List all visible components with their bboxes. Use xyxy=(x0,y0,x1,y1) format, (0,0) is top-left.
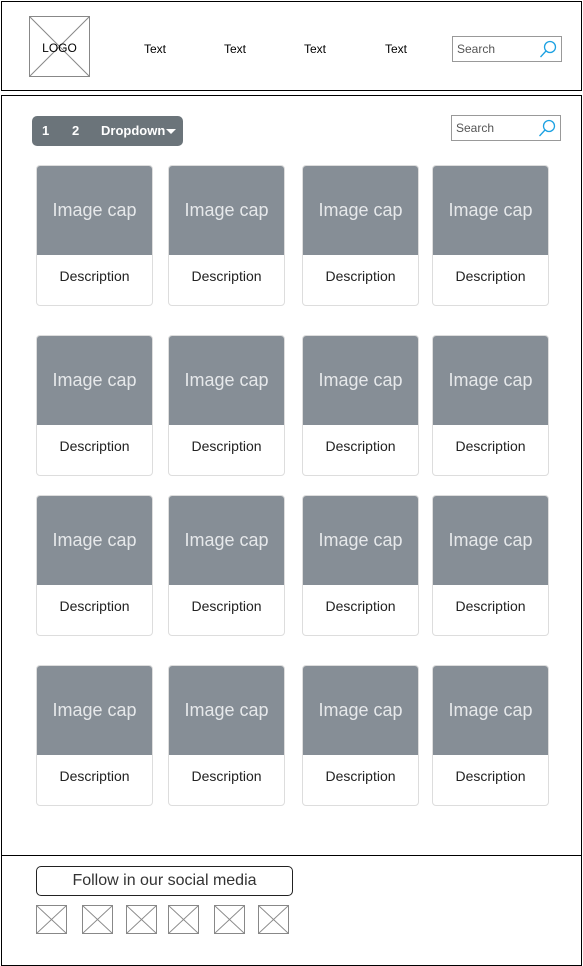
header: LOGO Text Text Text Text xyxy=(1,1,582,91)
image-placeholder-icon xyxy=(259,906,288,933)
social-link-3[interactable] xyxy=(126,905,157,934)
image-cap: Image cap xyxy=(37,166,152,255)
card[interactable]: Image cap Description xyxy=(168,165,285,306)
nav-link-4[interactable]: Text xyxy=(376,42,416,56)
social-link-2[interactable] xyxy=(82,905,113,934)
image-cap: Image cap xyxy=(433,336,548,425)
social-link-6[interactable] xyxy=(258,905,289,934)
card[interactable]: Image cap Description xyxy=(36,665,153,806)
search-icon[interactable] xyxy=(538,119,557,138)
card[interactable]: Image cap Description xyxy=(36,165,153,306)
image-cap: Image cap xyxy=(433,496,548,585)
social-link-4[interactable] xyxy=(168,905,199,934)
main-search xyxy=(451,115,561,141)
card-description: Description xyxy=(455,598,526,614)
image-cap: Image cap xyxy=(303,666,418,755)
pagination: 1 2 Dropdown xyxy=(32,116,183,146)
card-description: Description xyxy=(325,598,396,614)
image-cap: Image cap xyxy=(37,336,152,425)
card-description: Description xyxy=(191,268,262,284)
header-search-input[interactable] xyxy=(457,42,537,56)
main-search-input[interactable] xyxy=(456,121,536,135)
image-cap: Image cap xyxy=(303,166,418,255)
page-1-button[interactable]: 1 xyxy=(42,123,49,138)
card[interactable]: Image cap Description xyxy=(432,495,549,636)
card-description: Description xyxy=(325,768,396,784)
image-cap: Image cap xyxy=(433,166,548,255)
card-description: Description xyxy=(455,438,526,454)
card-description: Description xyxy=(455,268,526,284)
card[interactable]: Image cap Description xyxy=(432,165,549,306)
image-cap: Image cap xyxy=(169,666,284,755)
nav-link-2[interactable]: Text xyxy=(215,42,255,56)
card[interactable]: Image cap Description xyxy=(302,335,419,476)
card-description: Description xyxy=(191,598,262,614)
card-description: Description xyxy=(59,598,130,614)
image-cap: Image cap xyxy=(303,336,418,425)
card[interactable]: Image cap Description xyxy=(302,495,419,636)
image-cap: Image cap xyxy=(433,666,548,755)
card-description: Description xyxy=(455,768,526,784)
image-placeholder-icon xyxy=(215,906,244,933)
card-description: Description xyxy=(59,438,130,454)
card[interactable]: Image cap Description xyxy=(302,665,419,806)
header-search xyxy=(452,36,562,62)
chevron-down-icon[interactable] xyxy=(166,129,176,134)
social-link-5[interactable] xyxy=(214,905,245,934)
card[interactable]: Image cap Description xyxy=(302,165,419,306)
card-description: Description xyxy=(191,438,262,454)
card[interactable]: Image cap Description xyxy=(168,495,285,636)
image-placeholder-icon xyxy=(37,906,66,933)
image-cap: Image cap xyxy=(169,496,284,585)
card[interactable]: Image cap Description xyxy=(432,665,549,806)
card[interactable]: Image cap Description xyxy=(432,335,549,476)
logo[interactable]: LOGO xyxy=(29,16,90,77)
card[interactable]: Image cap Description xyxy=(36,495,153,636)
nav-link-1[interactable]: Text xyxy=(135,42,175,56)
image-cap: Image cap xyxy=(37,666,152,755)
image-placeholder-icon xyxy=(83,906,112,933)
footer: Follow in our social media xyxy=(1,855,582,966)
logo-label: LOGO xyxy=(42,41,77,55)
card[interactable]: Image cap Description xyxy=(168,335,285,476)
card-description: Description xyxy=(59,268,130,284)
card-description: Description xyxy=(59,768,130,784)
image-cap: Image cap xyxy=(169,336,284,425)
image-cap: Image cap xyxy=(169,166,284,255)
page-2-button[interactable]: 2 xyxy=(72,123,79,138)
card-description: Description xyxy=(191,768,262,784)
card[interactable]: Image cap Description xyxy=(36,335,153,476)
search-icon[interactable] xyxy=(539,40,558,59)
card-description: Description xyxy=(325,268,396,284)
social-link-1[interactable] xyxy=(36,905,67,934)
image-placeholder-icon xyxy=(127,906,156,933)
main-content: 1 2 Dropdown Image cap Description Image… xyxy=(1,95,582,856)
image-cap: Image cap xyxy=(303,496,418,585)
follow-social-button[interactable]: Follow in our social media xyxy=(36,866,293,896)
dropdown-button[interactable]: Dropdown xyxy=(101,123,165,138)
card[interactable]: Image cap Description xyxy=(168,665,285,806)
nav-link-3[interactable]: Text xyxy=(295,42,335,56)
image-placeholder-icon xyxy=(169,906,198,933)
card-description: Description xyxy=(325,438,396,454)
image-cap: Image cap xyxy=(37,496,152,585)
